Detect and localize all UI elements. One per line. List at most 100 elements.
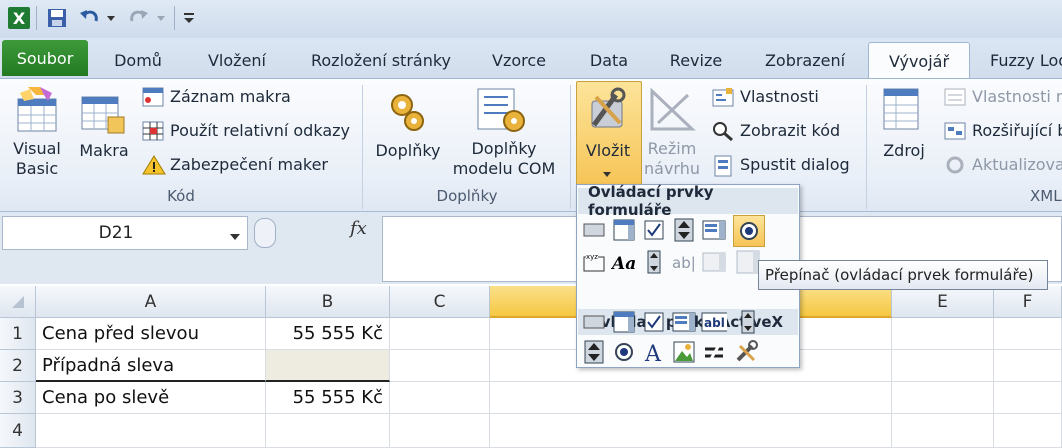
column-header-b[interactable]: B [266,286,390,318]
cell-b3[interactable]: 55 555 Kč [266,382,390,414]
activex-list-box-icon[interactable] [671,309,697,335]
more-controls-icon[interactable] [733,339,759,365]
relative-references-button[interactable]: Použít relativní odkazy [170,121,350,140]
cell-e2[interactable] [892,350,994,382]
com-add-ins-button[interactable]: Doplňky modelu COM [446,139,562,179]
row-header-2[interactable]: 2 [0,350,36,382]
cell-e3[interactable] [892,382,994,414]
undo-icon[interactable] [76,4,102,32]
select-all-corner[interactable] [0,286,36,318]
insert-tools-icon[interactable] [586,87,630,137]
form-button-icon[interactable] [581,217,607,243]
formula-resize-handle[interactable] [254,218,276,248]
activex-option-button-icon[interactable] [611,339,637,365]
column-header-c[interactable]: C [390,286,490,318]
form-option-button-icon[interactable] [733,215,765,247]
cell-e1[interactable] [892,318,994,350]
expansion-packs-icon[interactable] [944,121,966,145]
column-header-f[interactable]: F [994,286,1062,318]
cell-b1[interactable]: 55 555 Kč [266,318,390,350]
tab-soubor[interactable]: Soubor [2,40,88,76]
undo-dropdown-icon[interactable] [104,4,118,32]
cell-b2[interactable] [266,350,390,382]
form-combo-box-icon[interactable] [611,217,637,243]
tab-domu[interactable]: Domů [96,42,180,78]
activex-button-icon[interactable] [581,309,607,335]
visual-basic-button[interactable]: Visual Basic [4,139,70,179]
activex-toggle-button-icon[interactable] [701,339,727,365]
option-button-tooltip: Přepínač (ovládací prvek formuláře) [758,260,1048,290]
cell-f3[interactable] [994,382,1062,414]
name-box[interactable]: D21 [2,216,248,250]
row-header-3[interactable]: 3 [0,382,36,414]
customize-toolbar-icon[interactable] [180,4,198,32]
cell-a4[interactable] [36,414,266,448]
cell-a3[interactable]: Cena po slevě [36,382,266,414]
tab-vlozeni[interactable]: Vložení [190,42,284,78]
macros-button[interactable]: Makra [74,141,134,161]
form-checkbox-icon[interactable] [641,217,667,243]
form-list-box-icon[interactable] [701,217,727,243]
column-header-a[interactable]: A [36,286,266,318]
com-add-ins-icon[interactable] [474,87,530,139]
cell-f2[interactable] [994,350,1062,382]
insert-function-icon[interactable]: fx [350,218,367,239]
cell-c3[interactable] [390,382,490,414]
cell-f1[interactable] [994,318,1062,350]
add-ins-gear-icon[interactable] [386,89,428,139]
activex-combo-box-icon[interactable] [611,309,637,335]
view-code-icon[interactable] [712,121,734,145]
macros-icon[interactable] [80,93,128,141]
cell-c2[interactable] [390,350,490,382]
row-header-1[interactable]: 1 [0,318,36,350]
name-box-dropdown-icon[interactable] [229,227,241,246]
cell-e4[interactable] [892,414,994,448]
activex-text-box-icon[interactable]: abl [701,309,727,335]
excel-logo-icon[interactable]: X [6,4,32,32]
activex-scroll-bar-icon[interactable] [735,309,761,335]
save-icon[interactable] [44,4,70,32]
warning-icon[interactable] [142,155,166,179]
properties-button[interactable]: Vlastnosti [740,87,819,106]
cell-a1[interactable]: Cena před slevou [36,318,266,350]
column-header-e[interactable]: E [892,286,994,318]
form-label-icon[interactable]: Aa [611,249,637,275]
xml-source-button[interactable]: Zdroj [874,141,934,161]
visual-basic-icon[interactable] [14,85,62,139]
tab-revize[interactable]: Revize [656,42,736,78]
activex-image-icon[interactable] [671,339,697,365]
add-ins-button[interactable]: Doplňky [368,141,448,161]
form-spin-button-icon[interactable] [671,217,697,243]
tab-vzorce[interactable]: Vzorce [478,42,560,78]
chevron-down-icon[interactable] [602,163,612,182]
record-macro-button[interactable]: Záznam makra [170,87,291,106]
tab-fuzzy-lookup[interactable]: Fuzzy Lookup [976,42,1062,78]
insert-button[interactable]: Vložit [576,141,640,161]
record-macro-icon[interactable] [142,87,164,111]
activex-spin-button-icon[interactable] [581,339,607,365]
relative-references-icon[interactable] [142,121,164,145]
cell-c1[interactable] [390,318,490,350]
activex-checkbox-icon[interactable] [641,309,667,335]
cell-d3[interactable] [490,382,892,414]
cell-b4[interactable] [266,414,390,448]
tab-zobrazeni[interactable]: Zobrazení [750,42,860,78]
run-dialog-icon[interactable] [712,155,734,181]
properties-icon[interactable] [712,87,734,111]
xml-source-icon[interactable] [882,87,922,137]
activex-label-icon[interactable]: A [641,339,667,365]
tab-data[interactable]: Data [574,42,644,78]
run-dialog-button[interactable]: Spustit dialog [740,155,850,174]
tab-vyvojar[interactable]: Vývojář [868,42,970,79]
form-scroll-bar-icon[interactable] [641,249,667,275]
cell-f4[interactable] [994,414,1062,448]
tab-rozlozeni-stranky[interactable]: Rozložení stránky [298,42,464,78]
cell-a2[interactable]: Případná sleva [36,350,266,382]
view-code-button[interactable]: Zobrazit kód [740,121,840,140]
cell-d4[interactable] [490,414,892,448]
macro-security-button[interactable]: Zabezpečení maker [170,155,328,174]
cell-c4[interactable] [390,414,490,448]
row-header-4[interactable]: 4 [0,414,36,448]
form-group-box-icon[interactable]: xyz [581,249,607,275]
expansion-packs-button[interactable]: Rozšiřující balíčky [972,121,1062,140]
